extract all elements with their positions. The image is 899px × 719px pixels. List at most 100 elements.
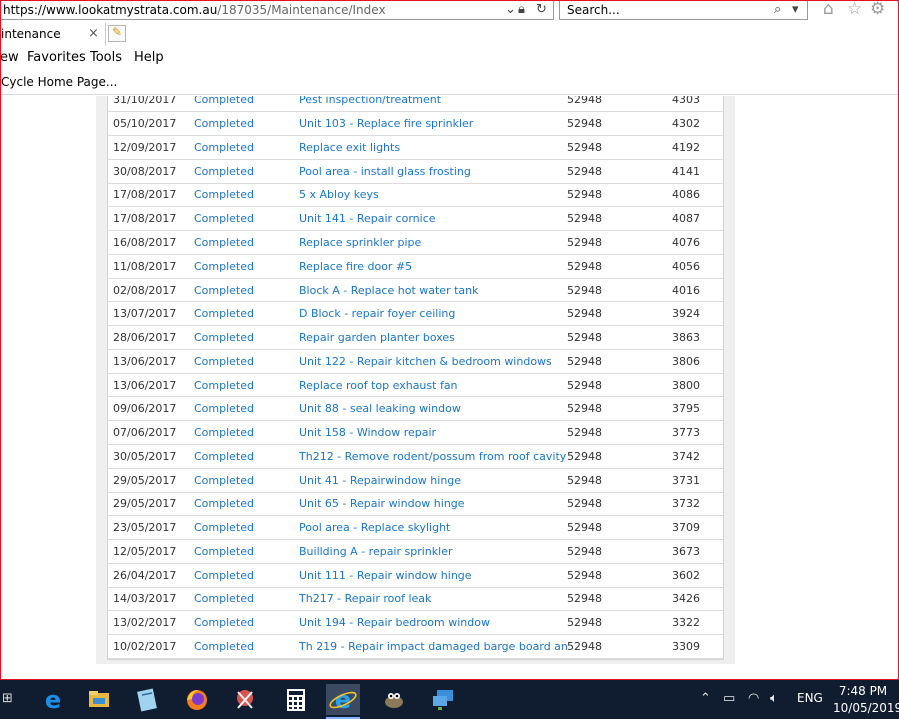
svg-text:e: e — [45, 686, 61, 714]
language-indicator[interactable]: ENG — [797, 691, 823, 705]
row-date: 29/05/2017 — [108, 492, 194, 517]
row-id: 4016 — [672, 278, 723, 303]
row-status-link[interactable]: Completed — [194, 563, 299, 588]
row-status-link[interactable]: Completed — [194, 183, 299, 208]
battery-icon[interactable]: ▭ — [723, 689, 735, 709]
table-row: 12/09/2017 Completed Replace exit lights 52… — [108, 135, 723, 160]
row-description-link[interactable]: Unit 158 - Window repair — [299, 420, 567, 445]
row-status-link[interactable]: Completed — [194, 539, 299, 564]
clock[interactable]: 7:48 PM 10/05/2019 — [833, 683, 899, 717]
search-chevron-down-icon[interactable]: ▾ — [792, 1, 799, 19]
notepad-icon[interactable] — [130, 684, 164, 715]
row-status-link[interactable]: Completed — [194, 420, 299, 445]
row-status-link[interactable]: Completed — [194, 610, 299, 636]
lock-icon[interactable]: 🔒︎ — [518, 1, 525, 19]
row-status-link[interactable]: Completed — [194, 349, 299, 374]
row-status-link[interactable]: Completed — [194, 135, 299, 160]
row-status-link[interactable]: Completed — [194, 96, 299, 113]
row-status-link[interactable]: Completed — [194, 587, 299, 612]
row-description-link[interactable]: Th 219 - Repair impact damaged barge boa… — [299, 634, 567, 659]
row-status-link[interactable]: Completed — [194, 515, 299, 541]
row-date: 23/05/2017 — [108, 515, 194, 541]
internet-explorer-icon[interactable]: e — [326, 684, 360, 715]
new-tab-button[interactable]: ✎ — [108, 25, 126, 42]
row-date: 07/06/2017 — [108, 420, 194, 445]
row-date: 13/06/2017 — [108, 373, 194, 398]
row-description-link[interactable]: Replace sprinkler pipe — [299, 230, 567, 255]
address-field[interactable]: https://www.lookatmystrata.com.au/187035… — [0, 0, 554, 20]
row-status-link[interactable]: Completed — [194, 159, 299, 184]
menu-favorites[interactable]: Favorites — [27, 50, 86, 65]
table-row: 17/08/2017 Completed Unit 141 - Repair cor… — [108, 206, 723, 232]
row-status-link[interactable]: Completed — [194, 206, 299, 232]
table-row: 26/04/2017 Completed Unit 111 - Repair win… — [108, 563, 723, 588]
favorites-star-icon[interactable]: ☆ — [847, 0, 862, 18]
row-job-number: 52948 — [567, 396, 672, 422]
row-status-link[interactable]: Completed — [194, 301, 299, 327]
snipping-tool-icon[interactable] — [228, 684, 262, 715]
row-status-link[interactable]: Completed — [194, 111, 299, 137]
wifi-icon[interactable]: ◠ — [748, 689, 759, 709]
gimp-icon[interactable] — [377, 684, 411, 715]
menu-help[interactable]: Help — [134, 50, 164, 65]
edge-icon[interactable]: e — [36, 684, 70, 715]
row-description-link[interactable]: 5 x Abloy keys — [299, 183, 567, 208]
row-description-link[interactable]: Th217 - Repair roof leak — [299, 587, 567, 612]
row-description-link[interactable]: Repair garden planter boxes — [299, 325, 567, 350]
menu-view[interactable]: ew — [0, 50, 19, 65]
row-description-link[interactable]: Replace roof top exhaust fan — [299, 373, 567, 398]
search-icon[interactable]: ⌕ — [774, 1, 781, 19]
row-description-link[interactable]: Pool area - Replace skylight — [299, 515, 567, 541]
row-description-link[interactable]: Buillding A - repair sprinkler — [299, 539, 567, 564]
table-row: 10/02/2017 Completed Th 219 - Repair impac… — [108, 634, 723, 659]
volume-muted-icon[interactable]: 🔈︎ — [770, 689, 778, 709]
row-status-link[interactable]: Completed — [194, 254, 299, 279]
refresh-icon[interactable]: ↻ — [536, 1, 547, 19]
row-description-link[interactable]: Unit 65 - Repair window hinge — [299, 492, 567, 517]
row-description-link[interactable]: Replace fire door #5 — [299, 254, 567, 279]
row-job-number: 52948 — [567, 468, 672, 493]
row-status-link[interactable]: Completed — [194, 468, 299, 493]
task-view-icon[interactable]: ⊞ — [2, 691, 13, 706]
remote-desktop-icon[interactable] — [426, 684, 460, 715]
row-status-link[interactable]: Completed — [194, 444, 299, 469]
row-description-link[interactable]: Replace exit lights — [299, 135, 567, 160]
row-status-link[interactable]: Completed — [194, 373, 299, 398]
row-description-link[interactable]: Unit 88 - seal leaking window — [299, 396, 567, 422]
tab-maintenance[interactable]: intenance × — [0, 23, 106, 46]
row-status-link[interactable]: Completed — [194, 230, 299, 255]
row-description-link[interactable]: Unit 103 - Replace fire sprinkler — [299, 111, 567, 137]
row-description-link[interactable]: Unit 41 - Repairwindow hinge — [299, 468, 567, 493]
close-icon[interactable]: × — [88, 23, 99, 45]
row-description-link[interactable]: D Block - repair foyer ceiling — [299, 301, 567, 327]
row-description-link[interactable]: Th212 - Remove rodent/possum from roof c… — [299, 444, 567, 469]
row-status-link[interactable]: Completed — [194, 634, 299, 659]
row-description-link[interactable]: Pool area - install glass frosting — [299, 159, 567, 184]
row-date: 13/02/2017 — [108, 610, 194, 636]
row-job-number: 52948 — [567, 444, 672, 469]
row-status-link[interactable]: Completed — [194, 492, 299, 517]
table-row: 16/08/2017 Completed Replace sprinkler pip… — [108, 230, 723, 255]
row-id: 3742 — [672, 444, 723, 469]
row-description-link[interactable]: Unit 122 - Repair kitchen & bedroom wind… — [299, 349, 567, 374]
maintenance-table: 31/10/2017 Completed Pest inspection/treat… — [107, 96, 724, 660]
gear-icon[interactable]: ⚙ — [870, 0, 885, 18]
row-description-link[interactable]: Pest inspection/treatment — [299, 96, 567, 113]
row-description-link[interactable]: Unit 111 - Repair window hinge — [299, 563, 567, 588]
calculator-icon[interactable] — [279, 684, 313, 715]
row-status-link[interactable]: Completed — [194, 278, 299, 303]
firefox-icon[interactable] — [180, 684, 214, 715]
menu-tools[interactable]: Tools — [90, 50, 122, 65]
row-description-link[interactable]: Block A - Replace hot water tank — [299, 278, 567, 303]
search-input[interactable]: Search... — [559, 0, 808, 20]
row-status-link[interactable]: Completed — [194, 325, 299, 350]
row-date: 14/03/2017 — [108, 587, 194, 612]
row-status-link[interactable]: Completed — [194, 396, 299, 422]
show-hidden-icons-chevron-up-icon[interactable]: ⌃ — [700, 689, 711, 709]
row-description-link[interactable]: Unit 141 - Repair cornice — [299, 206, 567, 232]
search-dropdown-icon[interactable]: ⌄ — [505, 1, 516, 19]
favorites-link[interactable]: Cycle Home Page... — [1, 75, 117, 89]
row-description-link[interactable]: Unit 194 - Repair bedroom window — [299, 610, 567, 636]
home-icon[interactable]: ⌂ — [823, 0, 834, 18]
file-explorer-icon[interactable] — [82, 684, 116, 715]
